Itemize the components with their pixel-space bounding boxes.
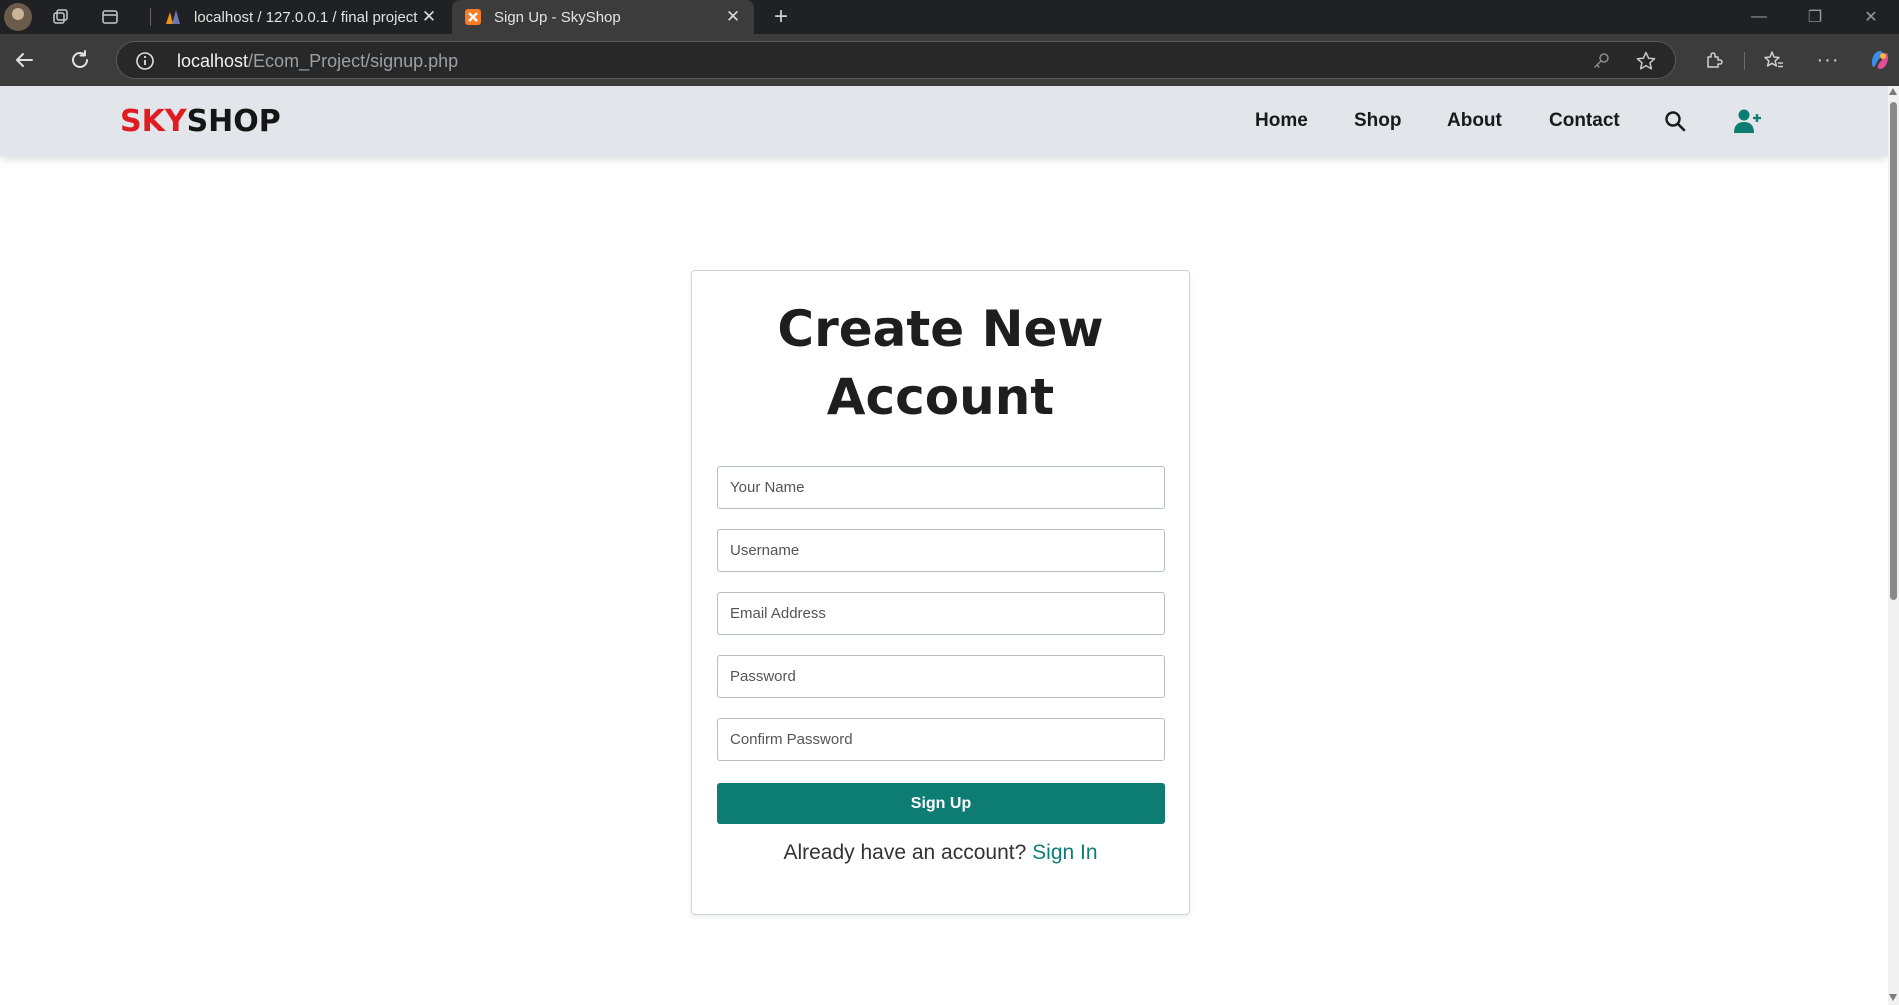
page-title: Create New Account: [777, 300, 1104, 426]
nav-contact[interactable]: Contact: [1549, 110, 1620, 132]
workspaces-icon[interactable]: [40, 0, 80, 34]
username-field[interactable]: [717, 529, 1165, 572]
profile-avatar[interactable]: [4, 3, 32, 31]
copilot-icon[interactable]: [1862, 42, 1898, 78]
back-icon[interactable]: [6, 42, 42, 78]
url-path: /Ecom_Project/signup.php: [248, 51, 459, 71]
email-field[interactable]: [717, 592, 1165, 635]
signin-link[interactable]: Sign In: [1032, 841, 1097, 864]
tab-signup[interactable]: Sign Up - SkyShop ✕: [452, 0, 754, 34]
window-controls: — ❐ ✕: [1731, 0, 1899, 34]
name-field[interactable]: [717, 466, 1165, 509]
phpmyadmin-favicon-icon: [166, 10, 180, 24]
signup-form: Create New Account Sign Up Already have …: [691, 270, 1190, 915]
extensions-icon[interactable]: [1696, 42, 1732, 78]
tab-title: Sign Up - SkyShop: [494, 8, 621, 26]
password-field[interactable]: [717, 655, 1165, 698]
site-logo[interactable]: SKYSHOP: [120, 104, 281, 139]
address-bar[interactable]: localhost/Ecom_Project/signup.php: [116, 41, 1676, 79]
logo-sky: SKY: [120, 104, 187, 139]
site-header: SKYSHOP Home Shop About Contact: [0, 86, 1888, 156]
restore-icon[interactable]: ❐: [1787, 0, 1843, 34]
search-icon[interactable]: [1664, 110, 1686, 137]
close-tab-icon[interactable]: ✕: [420, 7, 438, 27]
scrollbar-thumb[interactable]: [1890, 102, 1897, 600]
nav-home[interactable]: Home: [1255, 110, 1308, 132]
nav-about[interactable]: About: [1447, 110, 1502, 132]
tab-separator: [150, 8, 151, 26]
xampp-favicon-icon: [465, 9, 481, 25]
signin-prompt-text: Already have an account?: [783, 841, 1027, 864]
tab-phpmyadmin[interactable]: localhost / 127.0.0.1 / final project ✕: [150, 0, 450, 34]
close-window-icon[interactable]: ✕: [1843, 0, 1899, 34]
close-tab-icon[interactable]: ✕: [724, 7, 742, 27]
nav-shop[interactable]: Shop: [1354, 110, 1402, 132]
key-icon[interactable]: [1591, 51, 1611, 71]
scroll-down-icon[interactable]: [1889, 994, 1897, 1001]
scroll-up-icon[interactable]: [1889, 88, 1897, 95]
browser-toolbar: localhost/Ecom_Project/signup.php ···: [0, 34, 1899, 86]
signin-prompt: Already have an account? Sign In: [692, 841, 1189, 865]
site-info-icon[interactable]: [135, 51, 155, 71]
logo-shop: SHOP: [186, 104, 281, 139]
toolbar-divider: [1744, 52, 1745, 70]
favorite-star-icon[interactable]: [1635, 50, 1657, 72]
page-scrollbar[interactable]: [1888, 86, 1899, 1005]
tab-actions-icon[interactable]: [90, 0, 130, 34]
favorites-icon[interactable]: [1756, 42, 1792, 78]
url-host: localhost: [177, 51, 249, 71]
url-text: localhost/Ecom_Project/signup.php: [177, 51, 458, 72]
more-options-icon[interactable]: ···: [1810, 42, 1846, 78]
new-tab-icon[interactable]: +: [764, 0, 798, 34]
add-user-icon[interactable]: [1734, 108, 1762, 139]
confirm-password-field[interactable]: [717, 718, 1165, 761]
signup-button[interactable]: Sign Up: [717, 783, 1165, 824]
minimize-icon[interactable]: —: [1731, 0, 1787, 34]
tab-title: localhost / 127.0.0.1 / final project: [194, 8, 418, 26]
browser-tab-strip: localhost / 127.0.0.1 / final project ✕ …: [0, 0, 1899, 34]
reload-icon[interactable]: [62, 42, 98, 78]
